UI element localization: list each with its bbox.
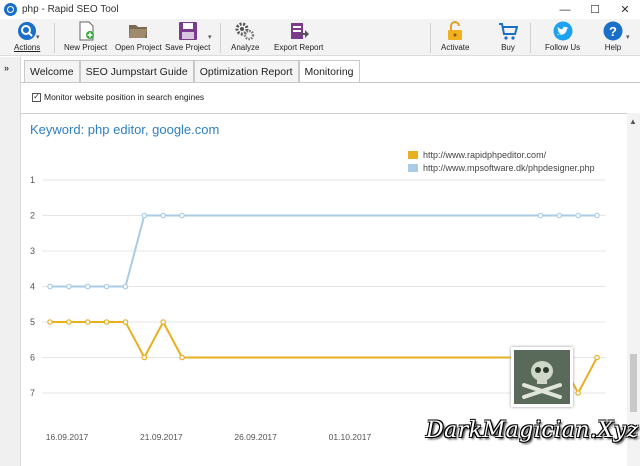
legend-item: http://www.mpsoftware.dk/phpdesigner.php [408,161,595,174]
title-bar: php - Rapid SEO Tool — ☐ ✕ [0,0,640,19]
separator [430,23,431,53]
activate-button[interactable]: Activate [441,21,469,55]
monitor-label: Monitor website position in search engin… [44,92,205,102]
open-project-button[interactable]: Open Project [115,21,162,55]
help-button[interactable]: ? Help [603,21,623,55]
tab-divider [21,82,640,83]
skull-icon [522,361,562,399]
side-panel-toggle[interactable]: » [0,57,21,466]
legend-swatch [408,150,418,159]
export-report-label: Export Report [274,43,324,52]
search-icon [18,22,37,40]
chart-title: Keyword: php editor, google.com [30,122,220,137]
help-icon: ? [603,21,623,41]
follow-us-button[interactable]: Follow Us [545,21,580,55]
tab-welcome[interactable]: Welcome [24,60,80,82]
actions-label: Actions [14,43,41,52]
help-label: Help [604,43,622,52]
separator [530,23,531,53]
separator [220,23,221,53]
chevron-down-icon[interactable]: ▾ [626,33,630,41]
buy-label: Buy [501,43,515,52]
unlock-icon [448,21,463,40]
monitor-checkbox[interactable]: ✓ [32,92,41,102]
save-icon [178,22,197,40]
save-project-button[interactable]: Save Project [165,21,210,55]
new-project-button[interactable]: New Project [64,21,107,55]
new-project-label: New Project [64,43,108,52]
gears-icon [235,22,255,41]
analyze-label: Analyze [231,43,260,52]
chevron-down-icon[interactable]: ▾ [208,33,212,41]
legend-label: http://www.rapidphpeditor.com/ [423,149,547,160]
legend-swatch [408,163,418,172]
close-button[interactable]: ✕ [610,0,640,19]
monitor-option[interactable]: ✓ Monitor website position in search eng… [32,92,204,102]
minimize-button[interactable]: — [550,0,580,19]
vertical-scrollbar[interactable]: ▲ [627,113,640,466]
legend-item: http://www.rapidphpeditor.com/ [408,148,595,161]
new-document-icon [79,21,94,41]
export-report-button[interactable]: Export Report [274,21,323,55]
export-icon [290,23,309,39]
chart-legend: http://www.rapidphpeditor.com/ http://ww… [408,148,595,174]
open-project-label: Open Project [115,43,162,52]
window-title: php - Rapid SEO Tool [22,4,119,15]
chevron-up-icon[interactable]: ▲ [629,117,637,126]
tab-optimization-report[interactable]: Optimization Report [193,60,299,82]
app-icon [4,3,17,16]
double-chevron-right-icon[interactable]: » [4,63,9,73]
watermark-text: DarkMagician.Xyz [426,418,639,443]
analyze-button[interactable]: Analyze [231,21,259,55]
chevron-down-icon[interactable]: ▾ [36,33,40,41]
buy-button[interactable]: Buy [498,21,518,55]
scrollbar-thumb[interactable] [630,354,637,412]
maximize-button[interactable]: ☐ [580,0,610,19]
save-project-label: Save Project [165,43,211,52]
separator [54,23,55,53]
follow-us-label: Follow Us [545,43,581,52]
svg-text:?: ? [609,24,617,39]
legend-label: http://www.mpsoftware.dk/phpdesigner.php [423,162,595,173]
folder-icon [129,25,148,38]
toolbar: Actions ▾ New Project Open Project Save … [0,19,640,56]
cart-icon [499,23,518,40]
tab-monitoring[interactable]: Monitoring [298,60,360,83]
twitter-icon [553,21,573,41]
skull-emblem [511,347,573,407]
activate-label: Activate [441,43,470,52]
tab-bar: Welcome SEO Jumpstart Guide Optimization… [24,60,360,83]
tab-seo-jumpstart-guide[interactable]: SEO Jumpstart Guide [79,60,194,82]
